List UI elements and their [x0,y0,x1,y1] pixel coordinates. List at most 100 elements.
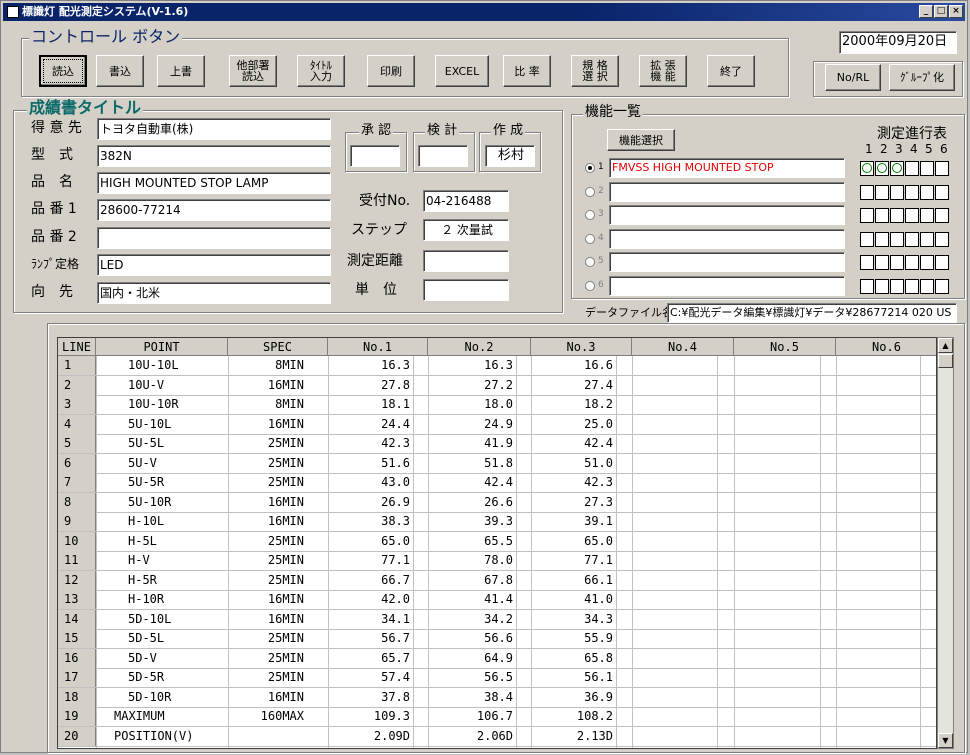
value-cell-no3[interactable]: 39.1 [533,512,613,531]
value-cell-no2[interactable]: 34.2 [433,610,513,629]
control-button-4[interactable]: ﾀｲﾄﾙ 入力 [297,55,345,87]
close-button[interactable]: × [949,5,963,18]
table-header-no6[interactable]: No.6 [836,338,936,356]
value-cell-no2[interactable]: 24.9 [433,415,513,434]
approve-field[interactable] [350,145,400,167]
spec-cell[interactable]: 25MIN [234,668,304,687]
value-cell-no1[interactable]: 16.3 [330,356,410,375]
point-cell[interactable]: POSITION(V) [114,727,224,746]
value-cell-no3[interactable]: 51.0 [533,454,613,473]
table-header-no1[interactable]: No.1 [328,338,428,356]
group-button[interactable]: ｸﾞﾙｰﾌﾟ化 [889,64,955,91]
value-cell-no2[interactable]: 16.3 [433,356,513,375]
value-cell-no1[interactable]: 26.9 [330,493,410,512]
line-number-cell[interactable]: 20 [58,726,96,746]
value-cell-no3[interactable]: 56.1 [533,668,613,687]
point-cell[interactable]: 5U-10R [128,493,224,512]
control-button-2[interactable]: 上書 [157,55,205,87]
value-cell-no3[interactable]: 2.13D [533,727,613,746]
function-field-5[interactable] [609,252,845,272]
point-cell[interactable]: MAXIMUM [114,707,224,726]
function-radio-1[interactable] [585,163,595,173]
control-button-8[interactable]: 規 格 選 択 [571,55,619,87]
value-cell-no2[interactable]: 51.8 [433,454,513,473]
value-cell-no1[interactable]: 24.4 [330,415,410,434]
scroll-down-arrow[interactable]: ▼ [938,733,953,748]
function-radio-6[interactable] [585,280,595,291]
table-header-no4[interactable]: No.4 [632,338,734,356]
control-button-0[interactable]: 読込 [39,55,87,87]
value-cell-no2[interactable]: 18.0 [433,395,513,414]
value-cell-no1[interactable]: 18.1 [330,395,410,414]
value-cell-no3[interactable]: 66.1 [533,571,613,590]
point-cell[interactable]: H-5L [128,532,224,551]
value-cell-no3[interactable]: 77.1 [533,551,613,570]
spec-cell[interactable]: 16MIN [234,376,304,395]
value-cell-no1[interactable]: 2.09D [330,727,410,746]
step-field[interactable]: ２ 次量試 [423,219,509,241]
function-radio-5[interactable] [585,257,595,267]
line-number-cell[interactable]: 19 [58,707,96,726]
point-cell[interactable]: 5U-5L [128,434,224,453]
function-radio-3[interactable] [585,210,595,220]
value-cell-no3[interactable]: 27.4 [533,376,613,395]
line-number-cell[interactable]: 2 [58,375,96,395]
point-cell[interactable]: 5D-10R [128,688,224,707]
spec-cell[interactable]: 16MIN [234,590,304,609]
report-field-3[interactable]: 28600-77214 [97,199,331,221]
value-cell-no2[interactable]: 39.3 [433,512,513,531]
point-cell[interactable]: 10U-V [128,376,224,395]
point-cell[interactable]: H-V [128,551,224,570]
function-radio-4[interactable] [585,233,595,244]
value-cell-no3[interactable]: 42.4 [533,434,613,453]
value-cell-no1[interactable]: 38.3 [330,512,410,531]
control-button-5[interactable]: 印刷 [367,55,415,87]
spec-cell[interactable]: 8MIN [234,395,304,414]
spec-cell[interactable]: 8MIN [234,356,304,375]
line-number-cell[interactable]: 10 [58,531,96,551]
table-header-line[interactable]: LINE [58,338,96,356]
spec-cell[interactable]: 25MIN [234,649,304,668]
value-cell-no3[interactable]: 36.9 [533,688,613,707]
value-cell-no1[interactable]: 56.7 [330,629,410,648]
spec-cell[interactable]: 25MIN [234,629,304,648]
value-cell-no2[interactable]: 67.8 [433,571,513,590]
point-cell[interactable]: H-10L [128,512,224,531]
table-header-point[interactable]: POINT [96,338,228,356]
report-field-0[interactable]: トヨタ自動車(株) [97,118,331,140]
report-field-4[interactable] [97,227,331,249]
value-cell-no1[interactable]: 65.0 [330,532,410,551]
line-number-cell[interactable]: 18 [58,687,96,707]
spec-cell[interactable]: 25MIN [234,434,304,453]
value-cell-no3[interactable]: 16.6 [533,356,613,375]
value-cell-no1[interactable]: 37.8 [330,688,410,707]
point-cell[interactable]: H-10R [128,590,224,609]
value-cell-no1[interactable]: 51.6 [330,454,410,473]
spec-cell[interactable]: 25MIN [234,473,304,492]
value-cell-no1[interactable]: 66.7 [330,571,410,590]
value-cell-no3[interactable]: 41.0 [533,590,613,609]
point-cell[interactable]: 10U-10R [128,395,224,414]
spec-cell[interactable]: 25MIN [234,454,304,473]
control-button-7[interactable]: 比 率 [503,55,551,87]
value-cell-no3[interactable]: 42.3 [533,473,613,492]
point-cell[interactable]: 5U-10L [128,415,224,434]
line-number-cell[interactable]: 15 [58,629,96,648]
point-cell[interactable]: 5D-5L [128,629,224,648]
app-icon[interactable] [7,6,19,18]
control-button-9[interactable]: 拡 張 機 能 [639,55,687,87]
value-cell-no2[interactable]: 26.6 [433,493,513,512]
scroll-thumb[interactable] [938,354,953,368]
function-field-3[interactable] [609,205,845,225]
value-cell-no3[interactable]: 55.9 [533,629,613,648]
report-field-5[interactable]: LED [97,254,331,276]
value-cell-no3[interactable]: 108.2 [533,707,613,726]
spec-cell[interactable]: 25MIN [234,571,304,590]
value-cell-no2[interactable]: 41.4 [433,590,513,609]
spec-cell[interactable]: 25MIN [234,532,304,551]
line-number-cell[interactable]: 3 [58,395,96,414]
line-number-cell[interactable]: 7 [58,473,96,492]
measurement-table[interactable]: LINE POINT SPEC No.1 No.2 No.3 No.4 No.5 No.6 1 10… [57,337,937,749]
control-button-3[interactable]: 他部署 読込 [229,55,277,87]
date-field[interactable]: 2000年09月20日 [839,31,957,54]
